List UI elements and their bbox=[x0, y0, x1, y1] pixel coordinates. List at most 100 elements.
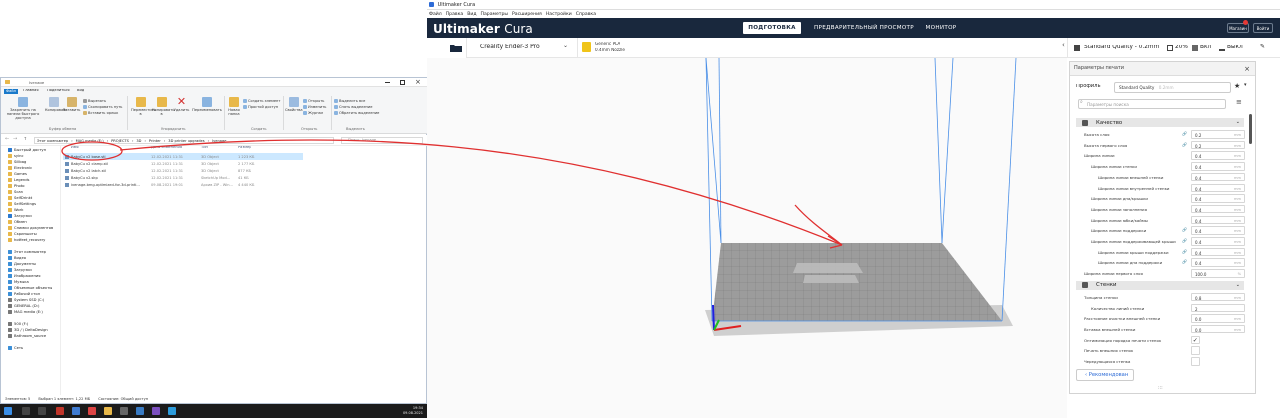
select-none-button[interactable]: Снять выделение bbox=[334, 105, 372, 109]
nav-item[interactable]: Скриншоты bbox=[8, 232, 37, 236]
paste-button[interactable]: Вставить bbox=[63, 97, 80, 112]
delete-button[interactable]: ✕ Удалить bbox=[173, 96, 190, 112]
pencil-icon[interactable]: ✎ bbox=[1260, 44, 1265, 50]
setting-input[interactable]: 0.2 mm bbox=[1191, 130, 1245, 139]
setting-input[interactable]: 0.4 mm bbox=[1191, 215, 1245, 225]
breadcrumb-item[interactable]: 3D bbox=[136, 139, 141, 143]
nav-item[interactable]: Загрузки bbox=[8, 214, 32, 218]
up-icon[interactable]: ↑ bbox=[23, 137, 27, 142]
nav-item[interactable]: Photo bbox=[8, 184, 25, 188]
setting-input[interactable]: 0.4 mm bbox=[1191, 258, 1245, 267]
settings-category[interactable]: Стенки ⌄ bbox=[1076, 280, 1244, 290]
setting-input[interactable]: 0.4 mm bbox=[1191, 162, 1245, 171]
nav-item[interactable]: Снимки документов bbox=[8, 226, 53, 230]
open-button[interactable]: Открыть bbox=[303, 99, 324, 103]
chevron-down-icon[interactable]: ⌄ bbox=[563, 43, 568, 49]
minimize-icon[interactable] bbox=[385, 82, 390, 83]
app-icon[interactable] bbox=[120, 407, 128, 415]
nav-item[interactable]: Work bbox=[8, 208, 23, 212]
nav-item[interactable]: MAG media (E:) bbox=[8, 310, 43, 314]
rename-button[interactable]: Переименовать bbox=[192, 97, 222, 112]
setting-input[interactable]: 0.0 mm bbox=[1191, 314, 1245, 323]
breadcrumb-item[interactable]: MAG media (E:) bbox=[76, 139, 104, 143]
setting-checkbox[interactable] bbox=[1191, 357, 1200, 366]
setting-input[interactable]: 0.2 mm bbox=[1191, 140, 1245, 150]
column-date[interactable]: Дата изменения bbox=[151, 146, 182, 150]
menu-item[interactable]: Файл bbox=[429, 12, 442, 17]
address-bar[interactable]: Этот компьютер › MAG media (E:) › PROJECTS… bbox=[34, 137, 334, 144]
setting-input[interactable]: 0.4 mm bbox=[1191, 204, 1245, 214]
nav-item[interactable]: Загрузки bbox=[8, 268, 32, 272]
breadcrumb-item[interactable]: PROJECTS bbox=[111, 139, 129, 143]
setting-input[interactable]: 0.0 mm bbox=[1191, 324, 1245, 334]
nav-item[interactable]: SelfDrinkt bbox=[8, 196, 32, 200]
menu-icon[interactable]: ≡ bbox=[1236, 99, 1242, 106]
stage-monitor-tab[interactable]: МОНИТОР bbox=[921, 22, 961, 34]
explorer-icon[interactable] bbox=[104, 407, 112, 415]
cut-button[interactable]: Вырезать bbox=[83, 99, 106, 103]
properties-button[interactable]: Свойства bbox=[285, 97, 303, 112]
nav-item[interactable]: Games bbox=[8, 172, 27, 176]
chrome-icon[interactable] bbox=[88, 407, 96, 415]
setting-input[interactable]: 0.4 mm bbox=[1191, 226, 1245, 235]
tab-home[interactable]: Главная bbox=[23, 89, 39, 93]
menu-item[interactable]: Расширения bbox=[512, 12, 542, 17]
menu-item[interactable]: Настройки bbox=[546, 12, 572, 17]
app-icon[interactable] bbox=[56, 407, 64, 415]
chevron-left-icon[interactable]: ‹ bbox=[1062, 42, 1065, 49]
settings-search-input[interactable]: Параметры поиска bbox=[1078, 99, 1226, 109]
select-all-button[interactable]: Выделить все bbox=[334, 99, 365, 103]
open-file-button[interactable] bbox=[427, 38, 467, 58]
app-icon[interactable] bbox=[168, 407, 176, 415]
history-button[interactable]: Журнал bbox=[303, 111, 323, 115]
nav-item[interactable]: Scan bbox=[8, 190, 23, 194]
settings-category[interactable]: Качество ⌄ bbox=[1076, 118, 1244, 127]
close-icon[interactable]: × bbox=[415, 78, 421, 86]
link-icon[interactable]: 🔗 bbox=[1182, 259, 1187, 264]
nav-item[interactable]: Изображения bbox=[8, 274, 40, 278]
link-icon[interactable]: 🔗 bbox=[1182, 142, 1187, 147]
table-row[interactable]: BabyCu v2 base.stl 12.02.2021 11:31 3D Obj… bbox=[63, 153, 303, 160]
nav-item[interactable]: Legends bbox=[8, 178, 29, 182]
setting-input[interactable]: 2 bbox=[1191, 303, 1245, 312]
link-icon[interactable]: 🔗 bbox=[1182, 131, 1187, 136]
copy-button[interactable]: Копировать bbox=[45, 97, 67, 112]
setting-checkbox[interactable] bbox=[1191, 346, 1200, 355]
login-button[interactable]: Войти bbox=[1253, 23, 1273, 33]
column-type[interactable]: Тип bbox=[201, 146, 208, 150]
link-icon[interactable]: 🔗 bbox=[1182, 238, 1187, 243]
app-icon[interactable] bbox=[72, 407, 80, 415]
move-to-button[interactable]: Переместить в bbox=[131, 97, 156, 116]
chevron-down-icon[interactable]: ▾ bbox=[1244, 83, 1247, 88]
menu-item[interactable]: Правка bbox=[446, 12, 463, 17]
clock[interactable]: 19:34 09.08.2021 bbox=[403, 406, 423, 415]
table-row[interactable]: BabyCu v2 latch.stl 12.02.2021 11:31 3D Ob… bbox=[63, 167, 303, 174]
nav-item[interactable]: Музыка bbox=[8, 280, 29, 284]
stage-preview-tab[interactable]: ПРЕДВАРИТЕЛЬНЫЙ ПРОСМОТР bbox=[810, 22, 918, 34]
breadcrumb-item[interactable]: Printer bbox=[149, 139, 161, 143]
setting-input[interactable]: 0.4 mm bbox=[1191, 183, 1245, 192]
material-selector[interactable]: Generic PLA 0.4mm Nozzle ‹ bbox=[577, 38, 1065, 58]
nav-item[interactable]: hotfeet_recovery bbox=[8, 238, 45, 242]
tab-view[interactable]: Вид bbox=[77, 89, 84, 93]
menu-item[interactable]: Параметры bbox=[481, 12, 509, 17]
setting-input[interactable]: 100.0% bbox=[1191, 269, 1245, 278]
nav-item[interactable]: System SSD (C:) bbox=[8, 298, 44, 302]
task-view-icon[interactable] bbox=[38, 407, 46, 415]
link-icon[interactable]: 🔗 bbox=[1182, 249, 1187, 254]
nav-item[interactable]: Обмен bbox=[8, 220, 27, 224]
nav-item[interactable]: Документы bbox=[8, 262, 36, 266]
invert-selection-button[interactable]: Обратить выделение bbox=[334, 111, 379, 115]
print-settings-summary[interactable]: Standard Quality - 0.2mm 20% Вкл Выкл ✎ bbox=[1067, 38, 1280, 58]
setting-input[interactable]: 0.8 mm bbox=[1191, 292, 1245, 302]
setting-input[interactable]: 0.4 mm bbox=[1191, 194, 1245, 203]
nav-item[interactable]: Bathroom_source bbox=[8, 334, 46, 338]
nav-item[interactable]: Быстрый доступ bbox=[8, 148, 46, 152]
column-size[interactable]: Размер bbox=[238, 146, 251, 150]
link-icon[interactable]: 🔗 bbox=[1182, 227, 1187, 232]
pin-quick-access-button[interactable]: Закрепить на панели быстрого доступа bbox=[3, 97, 43, 120]
resize-handle[interactable]: ⁝⁝⁝ bbox=[1158, 386, 1163, 391]
app-icon[interactable] bbox=[152, 407, 160, 415]
stage-prepare-tab[interactable]: ПОДГОТОВКА bbox=[743, 22, 801, 34]
forward-icon[interactable]: → bbox=[13, 137, 17, 142]
